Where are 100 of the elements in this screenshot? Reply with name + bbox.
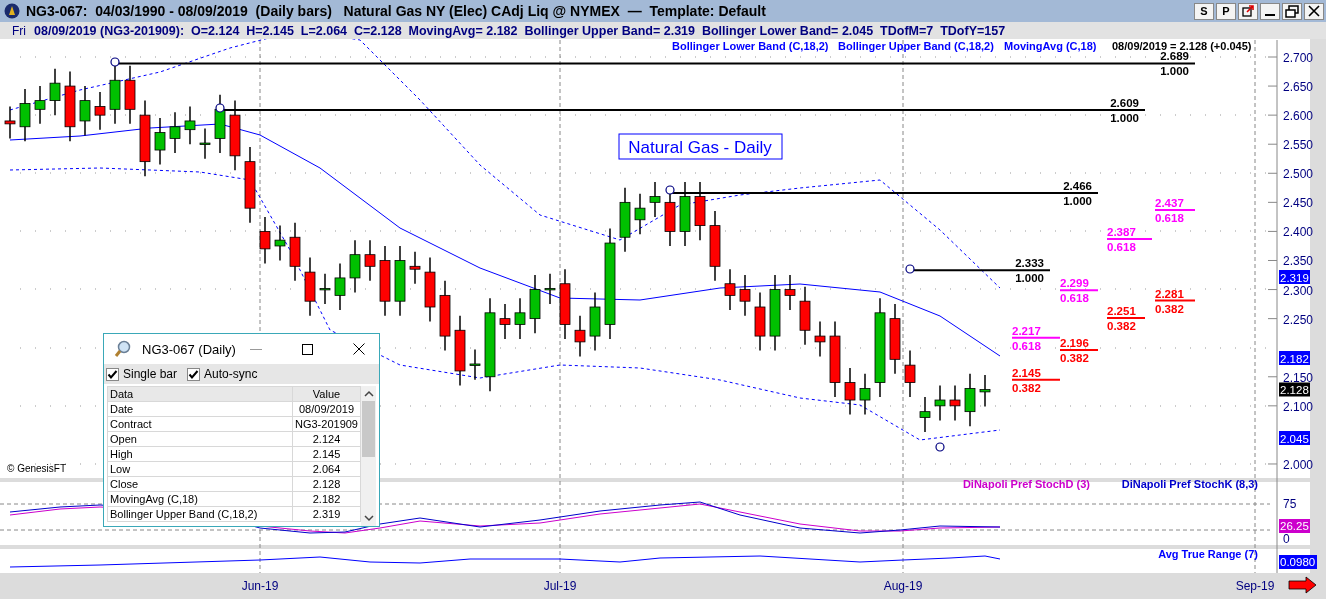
- atr-badge-value: 0.0980: [1280, 556, 1316, 568]
- fibonacci-ratio: 0.618: [1155, 211, 1184, 224]
- candlestick: [949, 384, 961, 422]
- fibonacci-level-line: [1011, 378, 1061, 381]
- scroll-right-arrow-icon[interactable]: [1288, 576, 1317, 594]
- checkbox-option[interactable]: Single bar: [106, 367, 178, 381]
- table-cell: Close: [107, 476, 293, 492]
- pivot-marker: [665, 185, 675, 195]
- table-cell: MovingAvg (C,18): [107, 491, 293, 507]
- toolbar-button[interactable]: P: [1216, 2, 1236, 20]
- candlestick: [934, 384, 946, 422]
- candlestick: [124, 64, 136, 125]
- price-tick: 2.450: [1283, 196, 1314, 211]
- fibonacci-level-line: [1106, 317, 1146, 320]
- fibonacci-price: 2.689: [1160, 50, 1189, 63]
- candlestick: [439, 280, 451, 352]
- candlestick: [289, 221, 301, 282]
- fibonacci-ratio: 0.382: [1012, 381, 1041, 394]
- fibonacci-level-line: [1059, 289, 1099, 292]
- close-icon[interactable]: [353, 343, 365, 355]
- copyright: © GenesisFT: [7, 463, 67, 474]
- scroll-thumb[interactable]: [362, 401, 375, 457]
- minimize-icon[interactable]: [250, 348, 262, 350]
- scroll-up-icon[interactable]: [363, 390, 374, 397]
- toolbar-button[interactable]: S: [1194, 2, 1214, 20]
- fibonacci-price: 2.251: [1107, 305, 1136, 318]
- candlestick: [694, 181, 706, 241]
- candlestick: [799, 285, 811, 346]
- checkbox-icon[interactable]: [106, 367, 119, 381]
- date-tick: Jul-19: [543, 579, 577, 593]
- data-window-title: NG3-067 (Daily): [142, 341, 237, 357]
- date-tick: Jun-19: [241, 579, 279, 593]
- candlestick: [94, 91, 106, 131]
- candlestick: [544, 273, 556, 305]
- candlestick: [109, 64, 121, 125]
- fibonacci-ratio: 0.382: [1107, 320, 1136, 333]
- fibonacci-level-line: [1106, 238, 1153, 240]
- price-tick: 2.000: [1283, 458, 1314, 472]
- column-header: Value: [292, 386, 361, 402]
- price-tick: 2.100: [1283, 399, 1314, 414]
- price-badge-value: 2.045: [1280, 432, 1309, 445]
- candlestick: [619, 187, 631, 253]
- minimize-button[interactable]: [1260, 2, 1280, 20]
- scroll-down-icon[interactable]: [363, 515, 374, 522]
- pivot-marker: [935, 442, 945, 452]
- app-logo-icon: [4, 3, 20, 19]
- candlestick: [499, 303, 511, 340]
- candlestick: [889, 303, 901, 375]
- table-cell: 2.128: [292, 476, 361, 492]
- price-tick: 2.400: [1283, 225, 1314, 240]
- window-title: NG3-067: 04/03/1990 - 08/09/2019 (Daily bars) Natural Gas NY (Elec) CAdj Liq @ NYMEX — Template: Default: [26, 3, 766, 19]
- fibonacci-price: 2.196: [1060, 337, 1089, 350]
- candlestick: [199, 127, 211, 160]
- fibonacci-ratio: 1.000: [1063, 195, 1092, 208]
- chart-title: Natural Gas - Daily: [618, 133, 783, 160]
- candlestick: [844, 367, 856, 416]
- checkbox-option[interactable]: Auto-sync: [187, 367, 258, 381]
- popout-button[interactable]: [1238, 2, 1258, 20]
- candlestick: [709, 210, 721, 282]
- candlestick: [754, 291, 766, 352]
- maximize-icon[interactable]: [302, 343, 313, 355]
- candlestick: [559, 268, 571, 340]
- candlestick: [319, 273, 331, 305]
- fibonacci-price: 2.437: [1155, 196, 1184, 209]
- table-cell: NG3-201909: [292, 416, 361, 432]
- table-cell: 2.319: [292, 506, 361, 522]
- candlestick: [304, 256, 316, 317]
- pivot-marker: [110, 57, 120, 67]
- restore-icon: [1285, 4, 1299, 18]
- candlestick: [739, 274, 751, 317]
- fibonacci-ratio: 0.618: [1107, 241, 1136, 253]
- fibonacci-price: 2.609: [1110, 96, 1139, 109]
- stoch-badge-value: 26.25: [1280, 520, 1309, 532]
- candlestick: [259, 216, 271, 265]
- popout-icon: [1242, 5, 1254, 17]
- close-button[interactable]: [1304, 2, 1324, 20]
- candlestick: [784, 274, 796, 311]
- table-cell: Date: [107, 401, 293, 417]
- candlestick: [409, 251, 421, 285]
- candlestick: [34, 85, 46, 125]
- checkbox-icon[interactable]: [187, 367, 201, 381]
- fibonacci-price: 2.145: [1012, 366, 1041, 379]
- candlestick: [979, 374, 991, 408]
- scroll-bar[interactable]: [361, 386, 376, 526]
- candlestick: [49, 67, 61, 116]
- candlestick: [469, 348, 481, 381]
- fibonacci-ratio: 0.618: [1060, 292, 1089, 305]
- table-cell: 2.182: [292, 491, 361, 507]
- fibonacci-ratio: 0.382: [1060, 352, 1089, 365]
- pivot-marker: [905, 264, 915, 274]
- candlestick: [589, 291, 601, 352]
- fibonacci-price: 2.299: [1060, 277, 1089, 290]
- candlestick: [964, 373, 976, 427]
- last-value: 08/09/2019 = 2.128 (+0.045): [1112, 40, 1252, 52]
- magnifier-icon: [114, 340, 132, 358]
- price-tick: 2.650: [1283, 80, 1314, 95]
- restore-button[interactable]: [1282, 2, 1302, 20]
- price-tick: 2.150: [1283, 370, 1314, 385]
- candlestick: [649, 181, 661, 218]
- indicator-legend: Avg True Range (7): [1158, 548, 1258, 560]
